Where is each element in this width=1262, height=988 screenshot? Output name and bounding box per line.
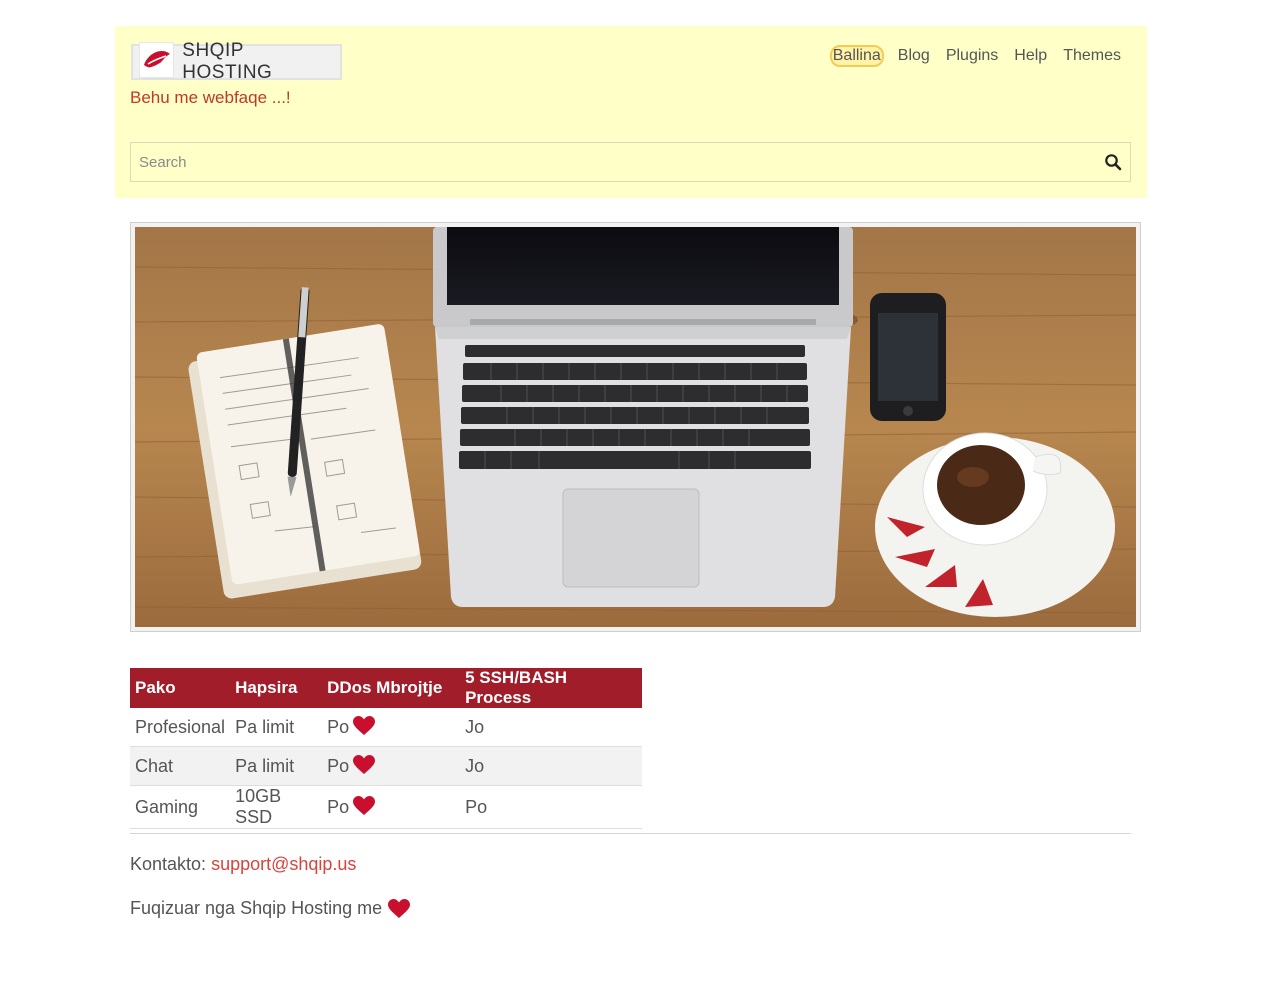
search-input[interactable] (131, 143, 1091, 181)
main-nav: Ballina Blog Plugins Help Themes (829, 45, 1123, 67)
cell-ddos-value: Po (327, 797, 350, 817)
contact-line: Kontakto: support@shqip.us (130, 854, 356, 875)
cell-hapsira: Pa limit (230, 746, 323, 786)
cell-ddos: Po (322, 708, 461, 747)
cell-pako: Chat (130, 746, 231, 786)
header-hapsira: Hapsira (230, 668, 323, 708)
powered-text: Fuqizuar nga Shqip Hosting me (130, 898, 383, 918)
header-ddos: DDos Mbrojtje (322, 668, 461, 708)
nav-item-help[interactable]: Help (1012, 46, 1049, 66)
search-box (130, 142, 1131, 182)
heart-icon (388, 898, 411, 918)
table-row: Gaming 10GB SSD Po Po (130, 785, 643, 829)
cell-pako: Gaming (130, 785, 231, 829)
table-row: Chat Pa limit Po Jo (130, 746, 643, 786)
site-header: SHQIP HOSTING Behu me webfaqe ...! Balli… (115, 26, 1147, 198)
header-ssh: 5 SSH/BASH Process (460, 668, 643, 708)
cell-ssh: Jo (460, 708, 643, 747)
cell-ssh: Jo (460, 746, 643, 786)
cell-ddos: Po (322, 785, 461, 829)
laptop-desk-photo (135, 227, 1136, 627)
heart-icon (353, 716, 376, 735)
powered-by-line: Fuqizuar nga Shqip Hosting me (130, 898, 411, 919)
hero-image (130, 222, 1141, 632)
plans-table: Pako Hapsira DDos Mbrojtje 5 SSH/BASH Pr… (130, 668, 643, 829)
cropped-top-links (0, 0, 1262, 2)
heart-icon (353, 755, 376, 774)
nav-item-plugins[interactable]: Plugins (944, 46, 1000, 66)
heart-icon (353, 796, 376, 815)
contact-label: Kontakto: (130, 854, 207, 874)
cropped-glyph-right (1050, 0, 1134, 2)
table-row: Profesional Pa limit Po Jo (130, 708, 643, 747)
cell-hapsira: 10GB SSD (230, 785, 323, 829)
nav-item-blog[interactable]: Blog (896, 46, 932, 66)
cropped-glyph-left (175, 0, 193, 2)
nav-item-ballina[interactable]: Ballina (829, 45, 884, 67)
logo-icon (139, 42, 175, 78)
cell-ssh: Po (460, 785, 643, 829)
search-icon[interactable] (1104, 153, 1122, 171)
tagline: Behu me webfaqe ...! (130, 88, 291, 107)
nav-item-themes[interactable]: Themes (1061, 46, 1123, 66)
cell-ddos: Po (322, 746, 461, 786)
cell-ddos-value: Po (327, 717, 350, 737)
header-pako: Pako (130, 668, 231, 708)
brand-link[interactable]: SHQIP HOSTING (131, 40, 342, 83)
cell-pako: Profesional (130, 708, 231, 747)
contact-email-link[interactable]: support@shqip.us (211, 854, 356, 874)
table-header-row: Pako Hapsira DDos Mbrojtje 5 SSH/BASH Pr… (130, 668, 643, 708)
brand-name: SHQIP HOSTING (182, 40, 273, 83)
cell-hapsira: Pa limit (230, 708, 323, 747)
footer-divider (130, 833, 1131, 834)
cell-ddos-value: Po (327, 756, 350, 776)
